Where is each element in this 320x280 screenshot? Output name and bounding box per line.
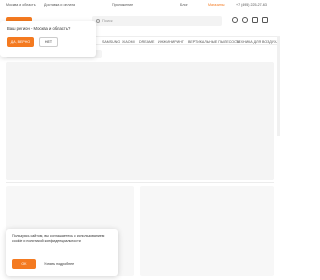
- scrollbar[interactable]: [277, 36, 280, 136]
- app-link[interactable]: Приложение: [112, 3, 133, 7]
- city-link[interactable]: Москва и область: [6, 3, 36, 7]
- search-placeholder: Поиск: [102, 19, 113, 23]
- profile-icon[interactable]: [242, 17, 248, 23]
- cookie-banner: Пользуясь сайтом, вы соглашаетесь с испо…: [6, 229, 118, 276]
- cookie-more-link[interactable]: Узнать подробнее: [44, 262, 74, 266]
- location-icon[interactable]: [232, 17, 238, 23]
- favorites-icon[interactable]: [252, 17, 258, 23]
- phone-number[interactable]: +7 (495) 225-27-63: [236, 3, 267, 7]
- category-item[interactable]: SAMSUNG: [102, 40, 120, 44]
- category-item[interactable]: DREAME: [139, 40, 154, 44]
- region-yes-button[interactable]: ДА, ВЕРНО: [7, 37, 34, 47]
- search-icon: [96, 19, 100, 23]
- cookie-text: Пользуясь сайтом, вы соглашаетесь с испо…: [12, 234, 105, 243]
- header-icons: [232, 17, 268, 23]
- category-item[interactable]: ТЕХНИКА ДЛЯ ВОЗДУХА: [236, 40, 279, 44]
- card-skeleton: [140, 186, 274, 276]
- blog-link[interactable]: Блог: [180, 3, 188, 7]
- banner-skeleton: [6, 62, 274, 180]
- search-input[interactable]: Поиск: [92, 16, 222, 26]
- cookie-ok-button[interactable]: OK: [12, 259, 36, 269]
- region-no-button[interactable]: НЕТ: [39, 37, 58, 47]
- divider: [6, 182, 274, 183]
- delivery-link[interactable]: Доставка и оплата: [44, 3, 75, 7]
- cart-icon[interactable]: [262, 17, 268, 23]
- region-popup: Ваш регион - Москва и область? ДА, ВЕРНО…: [0, 21, 96, 57]
- category-item[interactable]: XIAOMI: [122, 40, 135, 44]
- category-item[interactable]: ИНЖИНИРИНГ: [158, 40, 184, 44]
- top-bar: Москва и область Доставка и оплата Прило…: [0, 0, 280, 10]
- stores-link[interactable]: Магазины: [208, 3, 224, 7]
- category-item[interactable]: ВЕРТИКАЛЬНЫЕ ПЫЛЕСОСЫ: [188, 40, 240, 44]
- region-question: Ваш регион - Москва и область?: [7, 26, 71, 31]
